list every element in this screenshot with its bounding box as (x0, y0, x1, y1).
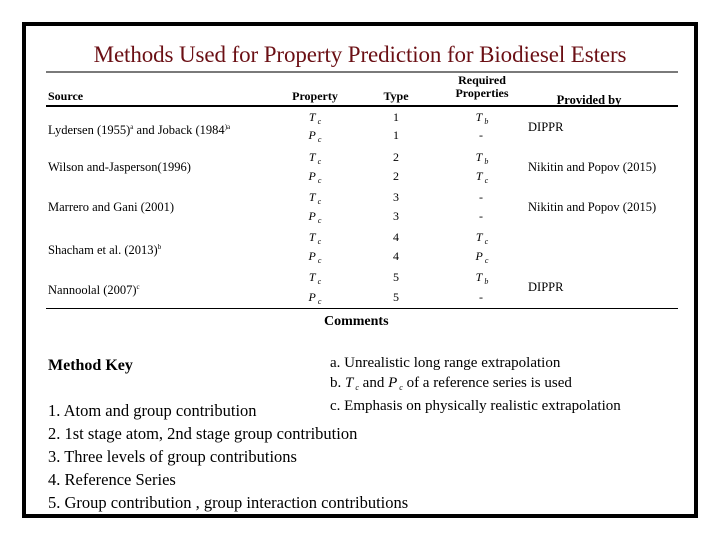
table-row: Tc5Tb (26, 267, 694, 287)
table-top-rule (46, 71, 678, 73)
type-cell: 1 (393, 128, 399, 142)
method-key-item: 5. Group contribution , group interactio… (48, 493, 409, 512)
type-cell: 5 (393, 290, 399, 304)
header-required-line1: Required (458, 73, 506, 87)
type-cell: 3 (393, 209, 399, 223)
table-row: Tc1Tb (26, 107, 694, 127)
comment-c: c. Emphasis on physically realistic extr… (330, 398, 621, 414)
table-row: Tc3- (26, 187, 694, 207)
type-cell: 1 (393, 110, 399, 124)
table-row: Tc4Tc (26, 227, 694, 247)
table-row: Pc4Pc (26, 246, 694, 266)
method-key-item: 2. 1st stage atom, 2nd stage group contr… (48, 424, 358, 443)
comment-b: b. Tc and Pc of a reference series is us… (330, 375, 572, 392)
type-cell: 4 (393, 230, 399, 244)
method-key-item: 4. Reference Series (48, 470, 176, 489)
table-row: Pc3- (26, 206, 694, 226)
type-cell: 5 (393, 270, 399, 284)
slide-frame: Methods Used for Property Prediction for… (22, 22, 698, 518)
table-bottom-rule (46, 308, 678, 309)
comments-heading: Comments (324, 314, 389, 329)
header-type: Type (383, 89, 409, 103)
type-cell: 2 (393, 169, 399, 183)
table-row: Pc2Tc (26, 166, 694, 186)
table-row: Pc1- (26, 125, 694, 145)
header-required-line2: Properties (455, 86, 509, 100)
table-row: Pc5- (26, 287, 694, 307)
type-cell: 3 (393, 190, 399, 204)
comment-a: a. Unrealistic long range extrapolation (330, 355, 561, 371)
method-key-heading: Method Key (48, 357, 133, 374)
type-cell: 2 (393, 150, 399, 164)
header-required-properties: Required Properties (432, 74, 532, 100)
slide-title: Methods Used for Property Prediction for… (93, 42, 627, 67)
table-row: Tc2Tb (26, 147, 694, 167)
header-source: Source (48, 89, 84, 103)
method-key-item: 3. Three levels of group contributions (48, 447, 297, 466)
type-cell: 4 (393, 249, 399, 263)
method-key-item: 1. Atom and group contribution (48, 401, 257, 420)
header-property: Property (292, 89, 338, 103)
